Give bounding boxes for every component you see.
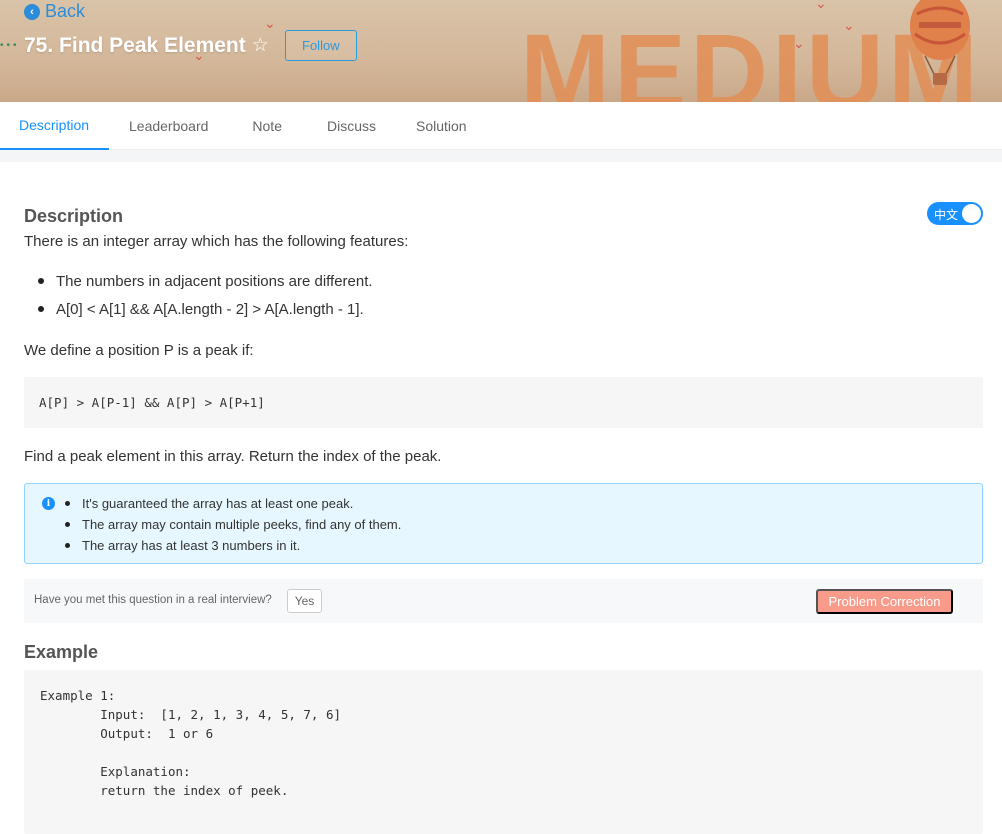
header-banner: MEDIUM ⌄ ⌄ ⌄ ⌄ ⌄ ••• ‹ Back 75. Find Pea… xyxy=(0,0,1002,102)
bird-icon: ⌄ xyxy=(843,17,855,33)
interview-question: Have you met this question in a real int… xyxy=(34,594,272,606)
star-icon[interactable]: ☆ xyxy=(252,34,269,57)
list-item: The array may contain multiple peeks, fi… xyxy=(65,514,401,535)
page-title: 75. Find Peak Element xyxy=(24,33,246,57)
bird-icon: ⌄ xyxy=(793,35,805,51)
hot-air-balloon-icon xyxy=(910,0,970,85)
peak-formula: A[P] > A[P-1] && A[P] > A[P+1] xyxy=(39,395,265,410)
define-text: We define a position P is a peak if: xyxy=(24,342,254,359)
yes-button[interactable]: Yes xyxy=(287,589,322,613)
follow-button[interactable]: Follow xyxy=(284,30,357,61)
tab-solution[interactable]: Solution xyxy=(416,102,467,150)
bird-icon: ⌄ xyxy=(815,0,827,11)
notes-alert: i It's guaranteed the array has at least… xyxy=(24,483,983,564)
intro-text: There is an integer array which has the … xyxy=(24,233,409,250)
back-label: Back xyxy=(45,1,86,21)
peak-formula-code: A[P] > A[P-1] && A[P] > A[P+1] xyxy=(24,377,983,428)
tab-note[interactable]: Note xyxy=(252,102,282,150)
chevron-left-icon: ‹ xyxy=(24,3,40,20)
bird-icon: ⌄ xyxy=(264,15,276,31)
language-toggle-label: 中文 xyxy=(934,208,959,222)
list-item: It's guaranteed the array has at least o… xyxy=(65,493,401,514)
title-row: 75. Find Peak Element ☆ Follow xyxy=(24,30,357,61)
example-code: Example 1: Input: [1, 2, 1, 3, 4, 5, 7, … xyxy=(24,670,983,834)
language-toggle[interactable]: 中文 xyxy=(927,202,983,225)
example-code-text: Example 1: Input: [1, 2, 1, 3, 4, 5, 7, … xyxy=(40,688,342,798)
interview-bar: Have you met this question in a real int… xyxy=(24,579,983,623)
list-item: The numbers in adjacent positions are di… xyxy=(38,267,373,295)
list-item: A[0] < A[1] && A[A.length - 2] > A[A.len… xyxy=(38,295,373,323)
decorative-dots: ••• xyxy=(0,40,20,51)
info-icon: i xyxy=(42,497,55,510)
notes-list: It's guaranteed the array has at least o… xyxy=(65,493,401,556)
tab-description[interactable]: Description xyxy=(0,102,109,150)
description-heading: Description xyxy=(24,206,124,226)
tab-leaderboard[interactable]: Leaderboard xyxy=(129,102,208,150)
problem-correction-button[interactable]: Problem Correction xyxy=(816,589,953,614)
task-text: Find a peak element in this array. Retur… xyxy=(24,448,442,465)
tab-bar: Description Leaderboard Note Discuss Sol… xyxy=(0,102,1002,150)
list-item: The array has at least 3 numbers in it. xyxy=(65,535,401,556)
back-link[interactable]: ‹ Back xyxy=(24,1,85,22)
tab-discuss[interactable]: Discuss xyxy=(327,102,376,150)
feature-list: The numbers in adjacent positions are di… xyxy=(38,267,373,323)
example-heading: Example xyxy=(24,642,99,662)
toggle-knob xyxy=(962,204,981,223)
problem-card: Description 中文 There is an integer array… xyxy=(0,162,1002,834)
